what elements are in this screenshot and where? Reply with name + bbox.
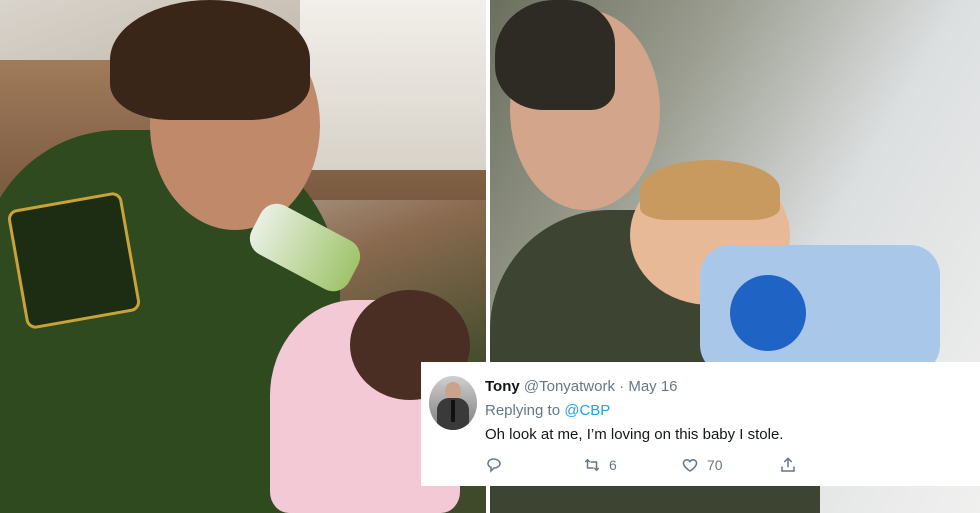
- tweet-header: Tony @Tonyatwork · May 16: [485, 378, 678, 395]
- heart-icon: [682, 458, 698, 472]
- shelf: [300, 0, 486, 170]
- tweet-card: Tony @Tonyatwork · May 16 Replying to @C…: [421, 362, 980, 486]
- tweet-date[interactable]: May 16: [628, 378, 677, 395]
- officer-hair: [495, 0, 615, 110]
- share-button[interactable]: [779, 456, 797, 474]
- replying-to: Replying to @CBP: [485, 402, 610, 419]
- tweet-actions: 6 70: [485, 456, 885, 478]
- child-hair: [640, 160, 780, 220]
- retweet-button[interactable]: 6: [583, 456, 617, 474]
- retweet-icon: [584, 458, 600, 472]
- avatar[interactable]: [429, 376, 477, 430]
- display-name[interactable]: Tony: [485, 378, 520, 395]
- like-button[interactable]: 70: [681, 456, 723, 474]
- replying-prefix: Replying to: [485, 402, 561, 419]
- left-photo-officer-feeding-baby: [0, 0, 486, 513]
- tweet-text: Oh look at me, I’m loving on this baby I…: [485, 426, 784, 443]
- separator: ·: [619, 378, 625, 395]
- avatar-tie: [451, 400, 455, 422]
- retweet-count: 6: [609, 457, 617, 473]
- handle[interactable]: @Tonyatwork: [524, 378, 615, 395]
- share-icon: [781, 457, 795, 472]
- reply-icon: [487, 458, 501, 473]
- mention-link[interactable]: @CBP: [564, 402, 610, 419]
- shoulder-patch: [6, 190, 142, 331]
- officer-hair: [110, 0, 310, 120]
- like-count: 70: [707, 457, 723, 473]
- cookie-monster-patch: [730, 275, 806, 351]
- reply-button[interactable]: [485, 456, 503, 474]
